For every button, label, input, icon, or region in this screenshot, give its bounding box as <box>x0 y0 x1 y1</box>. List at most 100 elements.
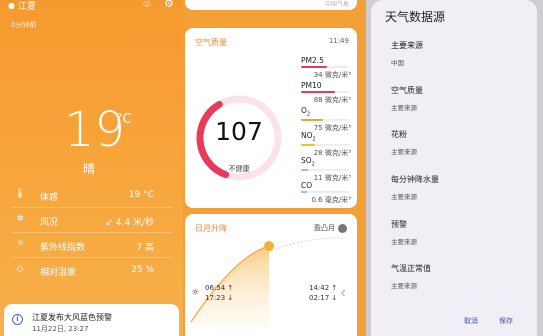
pollutant-subscript: 2 <box>312 136 316 143</box>
pollutant-value: 34 微克/米³ <box>313 71 351 79</box>
pollutant-value: 0.6 毫克/米³ <box>311 196 351 204</box>
pollutant-subscript: 2 <box>311 161 315 168</box>
pollutant-item: PM2.5 34 微克/米³ <box>301 56 351 80</box>
pollutant-name: SO2 <box>301 156 351 168</box>
cards-panel: 中国气象 空气质量 11:49 107 不健康 PM2.5 34 微克/米³ PM1… <box>183 0 366 336</box>
location-button[interactable]: ● 江夏 <box>8 0 36 12</box>
droplet-icon: ◇ <box>16 264 24 274</box>
pollutant-name-text: PM10 <box>301 81 322 90</box>
settings-gear-icon[interactable]: ⚙ <box>164 0 174 10</box>
moon-icon <box>338 223 347 233</box>
pollutant-bar-fill <box>301 91 335 93</box>
up-arrow-icon: ↑ <box>331 284 338 292</box>
weather-topbar: ● 江夏 ♧ ⚙ <box>8 0 176 16</box>
alert-title: 江夏发布大风蓝色预警 <box>32 313 112 322</box>
down-arrow-icon: ↓ <box>331 294 338 302</box>
moon-phase-label: 盈凸月 <box>314 224 335 232</box>
cancel-button[interactable]: 取消 <box>464 316 478 326</box>
updated-time: 0分钟前 <box>11 21 37 29</box>
option-value: 主要来源 <box>391 104 417 112</box>
detail-row-feels-like: 🌡 体感 19 °C <box>12 183 172 208</box>
option-air-quality[interactable]: 空气质量 主要来源 <box>391 85 423 112</box>
thermometer-icon: 🌡 <box>14 189 26 199</box>
option-label: 预警 <box>391 220 407 229</box>
option-normal-temperature[interactable]: 气温正常值 主要来源 <box>391 263 431 290</box>
pollutant-bar <box>301 191 349 193</box>
pollutant-item: O2 75 微克/米³ <box>301 106 351 133</box>
sun-times: 06:54 ↑ 17:23 ↓ <box>205 283 233 303</box>
option-primary-source[interactable]: 主要来源 中国 <box>391 40 423 67</box>
detail-value: 19 °C <box>128 190 154 200</box>
detail-label: 风况 <box>40 218 59 228</box>
pollutant-item: PM10 88 微克/米³ <box>301 81 351 105</box>
sunrise-time: 06:54 <box>205 284 226 292</box>
moon-phase: 盈凸月 <box>314 223 347 233</box>
pollutant-name: PM10 <box>301 81 351 90</box>
moonrise-time: 14:42 <box>309 284 330 292</box>
pollutant-subscript: 2 <box>306 111 311 118</box>
detail-value: 25 % <box>131 265 154 275</box>
save-button[interactable]: 保存 <box>499 316 513 326</box>
up-arrow-icon: ↑ <box>227 284 234 292</box>
moon-crescent-icon: ☾ <box>341 289 349 298</box>
pollutant-bar <box>301 168 349 171</box>
air-quality-time: 11:49 <box>328 37 349 45</box>
sun-arc-chart <box>190 237 346 326</box>
sunrise-icon: ☼ <box>191 288 200 298</box>
top-card[interactable]: 中国气象 <box>185 0 357 10</box>
sun-icon: ☼ <box>15 239 25 249</box>
sunset-time: 17:23 <box>205 294 226 302</box>
pollutant-item: NO2 28 微克/米³ <box>301 131 351 158</box>
pollutant-name-text: NO <box>301 131 313 140</box>
option-minute-precipitation[interactable]: 每分钟降水量 主要来源 <box>391 174 439 201</box>
detail-value: 7 高 <box>136 243 154 253</box>
data-source-dialog: 天气数据源 主要来源 中国 空气质量 主要来源 花粉 主要来源 每分钟降水量 主… <box>371 0 537 336</box>
option-value: 主要来源 <box>391 148 417 156</box>
sun-position-dot <box>264 241 274 251</box>
option-label: 主要来源 <box>391 41 423 50</box>
pollutant-bar-fill <box>301 191 307 193</box>
pollutant-bar-fill <box>301 168 309 171</box>
pollutant-bar <box>301 66 349 68</box>
option-label: 每分钟降水量 <box>391 175 439 184</box>
pollutant-bar <box>301 118 349 121</box>
option-value: 中国 <box>391 59 404 67</box>
moon-times: 14:42 ↑ 02:17 ↓ <box>309 283 337 303</box>
data-source-dialog-backdrop: 天气数据源 主要来源 中国 空气质量 主要来源 花粉 主要来源 每分钟降水量 主… <box>366 0 543 336</box>
aqi-label: 不健康 <box>228 165 250 173</box>
info-icon: i <box>12 314 23 325</box>
detail-row-humidity: ◇ 相对湿度 25 % <box>12 258 172 283</box>
sun-moon-card[interactable]: 日月升降 盈凸月 <box>185 214 357 336</box>
pollutant-bar-fill <box>301 143 316 146</box>
pollutant-bar <box>301 91 349 93</box>
alert-date: 11月22日, 23:27 <box>32 325 89 333</box>
detail-row-uv: ☼ 紫外线指数 7 高 <box>12 233 172 258</box>
pollutant-name: O2 <box>301 106 351 118</box>
temperature-unit: °C <box>116 112 132 127</box>
option-label: 气温正常值 <box>391 264 431 273</box>
pollutant-item: SO2 11 微克/米³ <box>301 156 351 183</box>
city-name: 江夏 <box>17 2 36 12</box>
card-title: 空气质量 <box>195 38 227 47</box>
weather-panel: ● 江夏 ♧ ⚙ 0分钟前 19 °C 晴 🌡 体感 19 °C ✲ 风况 ↙ … <box>0 0 183 336</box>
option-label: 花粉 <box>391 130 407 139</box>
pollutant-name-text: CO <box>301 181 313 190</box>
option-pollen[interactable]: 花粉 主要来源 <box>391 129 417 156</box>
weather-alert-card[interactable]: i 江夏发布大风蓝色预警 11月22日, 23:27 <box>4 304 179 336</box>
weather-details: 🌡 体感 19 °C ✲ 风况 ↙ 4.4 米/秒 ☼ 紫外线指数 7 高 ◇ … <box>12 183 172 283</box>
option-label: 空气质量 <box>391 86 423 95</box>
pollutant-name: NO2 <box>301 131 351 143</box>
source-caption: 中国气象 <box>324 1 349 8</box>
detail-label: 体感 <box>40 193 59 203</box>
option-value: 主要来源 <box>391 282 417 290</box>
pollutant-name: PM2.5 <box>301 56 351 65</box>
detail-row-wind: ✲ 风况 ↙ 4.4 米/秒 <box>12 208 172 233</box>
wallpaper-icon[interactable]: ♧ <box>142 0 152 10</box>
down-arrow-icon: ↓ <box>227 294 234 302</box>
option-alerts[interactable]: 预警 主要来源 <box>391 219 417 246</box>
pollutant-name: CO <box>301 181 351 190</box>
pollutant-value: 88 微克/米³ <box>313 96 351 104</box>
pollutant-name-text: PM2.5 <box>301 56 324 65</box>
moonset-time: 02:17 <box>309 294 330 302</box>
pollutant-bar-fill <box>301 66 328 68</box>
